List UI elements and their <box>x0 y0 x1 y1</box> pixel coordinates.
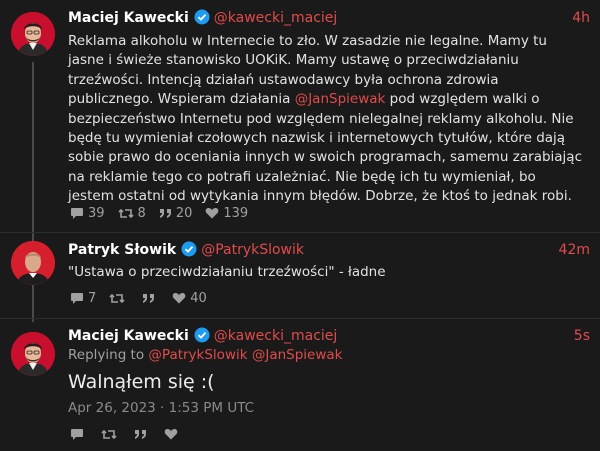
author-handle[interactable]: @kawecki_maciej <box>214 328 338 344</box>
verified-badge-icon <box>194 9 210 31</box>
like-icon <box>206 208 219 219</box>
retweet-icon <box>109 293 125 303</box>
retweet-count: 8 <box>137 205 146 221</box>
quote-icon <box>159 209 171 218</box>
tweet-1[interactable]: Maciej Kawecki @kawecki_maciej 4h Reklama… <box>0 0 600 322</box>
retweet-icon <box>117 208 134 218</box>
reply-icon <box>71 428 83 440</box>
quote-icon <box>143 294 155 303</box>
tweet-time[interactable]: 42m <box>559 240 590 260</box>
avatar-patryk-slowik[interactable] <box>11 241 55 285</box>
reply-button[interactable]: 7 <box>70 291 96 306</box>
avatar-maciej-kawecki[interactable] <box>11 332 55 376</box>
like-button[interactable]: 139 <box>205 206 248 221</box>
like-icon <box>172 293 186 304</box>
tweet-3[interactable]: Maciej Kawecki @kawecki_maciej 5s Replyin… <box>0 319 600 451</box>
tweet-actions: 7 40 <box>70 290 220 306</box>
verified-badge-icon <box>194 327 210 349</box>
quote-button[interactable] <box>134 428 151 440</box>
verified-badge-icon <box>181 241 197 263</box>
replying-label: Replying to <box>68 347 145 363</box>
reply-icon <box>71 207 83 219</box>
tweet-text: Reklama alkoholu w Internecie to zło. W … <box>68 32 583 207</box>
quote-button[interactable] <box>142 292 159 304</box>
tweet-header: Patryk Słowik @PatrykSlowik <box>68 240 304 260</box>
author-name[interactable]: Maciej Kawecki <box>68 10 189 26</box>
reply-button[interactable] <box>70 428 88 441</box>
mention-link[interactable]: @JanSpiewak <box>252 347 343 363</box>
avatar-maciej-kawecki[interactable] <box>11 12 55 56</box>
tweet-header: Maciej Kawecki @kawecki_maciej <box>68 8 337 28</box>
quote-count: 20 <box>175 205 193 221</box>
tweet-actions: 39 8 20 139 <box>70 205 261 221</box>
retweet-button[interactable] <box>109 292 129 305</box>
like-icon <box>164 429 178 440</box>
retweet-icon <box>101 429 117 439</box>
like-count: 40 <box>190 290 207 306</box>
tweet-time[interactable]: 4h <box>572 8 590 28</box>
author-name[interactable]: Maciej Kawecki <box>68 328 189 344</box>
reply-count: 39 <box>88 205 105 221</box>
quote-button[interactable]: 20 <box>159 205 193 221</box>
tweet-text-part: pod względem walki o bezpieczeństwo Inte… <box>68 91 583 205</box>
author-name[interactable]: Patryk Słowik <box>68 242 176 258</box>
reply-count: 7 <box>88 290 97 306</box>
author-handle[interactable]: @kawecki_maciej <box>214 10 338 26</box>
tweet-actions <box>70 426 195 442</box>
tweet-header: Maciej Kawecki @kawecki_maciej <box>68 326 337 346</box>
retweet-button[interactable]: 8 <box>117 205 146 221</box>
like-button[interactable]: 40 <box>172 291 207 306</box>
reply-button[interactable]: 39 <box>70 206 105 221</box>
replying-to: Replying to @PatrykSlowik @JanSpiewak <box>68 347 343 363</box>
author-handle[interactable]: @PatrykSlowik <box>201 242 304 258</box>
like-button[interactable] <box>164 428 182 440</box>
quote-icon <box>135 430 146 439</box>
tweet-2[interactable]: Patryk Słowik @PatrykSlowik 42m "Ustawa o… <box>0 233 600 318</box>
mention-link[interactable]: @PatrykSlowik <box>148 347 247 363</box>
mention-link[interactable]: @JanSpiewak <box>295 91 386 107</box>
reply-icon <box>71 292 83 304</box>
tweet-timestamp[interactable]: Apr 26, 2023 · 1:53 PM UTC <box>68 400 254 416</box>
like-count: 139 <box>223 205 249 221</box>
tweet-text: "Ustawa o przeciwdziałaniu trzeźwości" -… <box>68 264 386 280</box>
retweet-button[interactable] <box>101 428 121 441</box>
tweet-time[interactable]: 5s <box>574 326 590 346</box>
tweet-text: Walnąłem się :( <box>68 371 215 393</box>
